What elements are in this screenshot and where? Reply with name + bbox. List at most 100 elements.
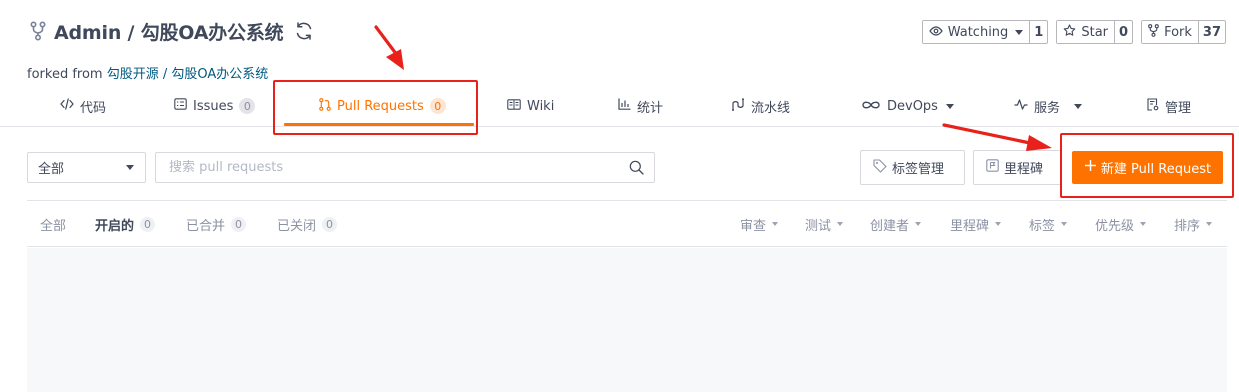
forked-from: forked from 勾股开源 / 勾股OA办公系统 [27,63,268,82]
milestone-button[interactable]: 里程碑 [973,150,1062,185]
code-icon [60,98,74,114]
tab-manage-label: 管理 [1165,100,1192,116]
watch-button[interactable]: Watching [922,21,1030,43]
pull-request-list-empty [27,248,1227,392]
social-actions: Watching 1 Star 0 Fork 37 [921,20,1226,44]
forked-source-link[interactable]: 勾股开源 / 勾股OA办公系统 [107,67,269,82]
search-box[interactable] [155,152,655,183]
infinity-icon [861,99,881,114]
chevron-down-icon [1140,222,1147,226]
watch-button-group: Watching 1 [921,20,1049,44]
state-merged-count: 0 [231,216,247,232]
status-select-value: 全部 [38,162,65,177]
annotation-arrow-to-tab [374,25,404,70]
filter-priority-label: 优先级 [1095,218,1135,234]
tab-pipeline-label: 流水线 [751,100,791,116]
star-count[interactable]: 0 [1114,21,1132,43]
wiki-icon [507,98,521,114]
filter-bar: 全部 开启的 0 已合并 0 已关闭 0 审查 测试 创建者 里程碑 标签 优先… [27,200,1227,247]
milestone-label: 里程碑 [1004,162,1044,177]
tab-issues[interactable]: Issues 0 [174,85,256,127]
repo-header: Admin / 勾股OA办公系统 [28,17,315,45]
state-closed[interactable]: 已关闭 0 [277,201,338,247]
filter-review[interactable]: 审查 [740,201,779,247]
chevron-down-icon [1206,222,1213,226]
fork-count[interactable]: 37 [1197,21,1225,43]
state-open[interactable]: 开启的 0 [95,201,156,247]
tab-wiki-label: Wiki [527,98,555,114]
annotation-box-new-pr-button [1060,133,1234,198]
filter-priority[interactable]: 优先级 [1095,201,1147,247]
annotation-arrow-to-button [942,123,1052,151]
label-manage-label: 标签管理 [892,162,945,177]
state-all[interactable]: 全部 [40,201,66,247]
chevron-down-icon [995,222,1002,226]
state-open-count: 0 [140,216,156,232]
star-icon [1063,23,1076,41]
eye-icon [928,25,943,40]
milestone-icon [986,159,999,176]
tab-pipeline[interactable]: 流水线 [731,85,790,127]
filter-author[interactable]: 创建者 [870,201,922,247]
state-all-label: 全部 [40,218,67,234]
label-manage-button[interactable]: 标签管理 [860,150,965,185]
tab-stats-label: 统计 [637,100,664,116]
chevron-down-icon [126,165,134,170]
tab-wiki[interactable]: Wiki [507,85,554,127]
chevron-down-icon [1015,29,1024,35]
fork-icon [1148,23,1159,41]
chevron-down-icon [837,222,844,226]
watch-count[interactable]: 1 [1029,21,1047,43]
chevron-down-icon [915,222,922,226]
filter-sort-label: 排序 [1174,218,1201,234]
search-icon[interactable] [628,160,644,176]
star-label: Star [1081,24,1109,40]
filter-test[interactable]: 测试 [805,201,844,247]
filter-test-label: 测试 [805,218,832,234]
tab-code[interactable]: 代码 [60,85,106,127]
tab-issues-label: Issues [193,98,234,114]
repo-title[interactable]: Admin / 勾股OA办公系统 [54,18,284,45]
fork-button-group: Fork 37 [1141,20,1226,44]
tab-stats[interactable]: 统计 [618,85,663,127]
issues-count-badge: 0 [239,98,256,114]
tab-services[interactable]: 服务 [1014,85,1083,127]
annotation-box-pull-requests-tab [273,80,478,135]
state-closed-count: 0 [322,216,338,232]
tab-devops[interactable]: DevOps [861,85,954,127]
filter-sort[interactable]: 排序 [1174,201,1213,247]
forked-from-label: forked from [27,67,107,82]
manage-icon [1147,97,1159,115]
repo-tabs: 代码 Issues 0 Pull Requests 0 Wiki 统计 流水线 … [0,85,1239,127]
status-select[interactable]: 全部 [27,152,146,183]
fork-label: Fork [1164,24,1192,40]
state-merged[interactable]: 已合并 0 [186,201,247,247]
state-closed-label: 已关闭 [277,218,317,234]
tab-devops-label: DevOps [887,98,938,114]
filter-author-label: 创建者 [870,218,910,234]
stats-icon [618,98,631,114]
search-input[interactable] [169,160,628,175]
chevron-down-icon [1061,222,1068,226]
tag-icon [873,158,887,177]
filter-label-label: 标签 [1029,218,1056,234]
issues-icon [174,98,187,114]
pulse-icon [1014,98,1028,114]
fork-button[interactable]: Fork [1142,21,1198,43]
chevron-down-icon [945,103,954,109]
chevron-down-icon [772,222,779,226]
star-button-group: Star 0 [1056,20,1134,44]
fork-icon [28,20,48,42]
filter-milestone[interactable]: 里程碑 [950,201,1002,247]
pipeline-icon [731,97,745,115]
chevron-down-icon [1074,103,1083,109]
filter-milestone-label: 里程碑 [950,218,990,234]
filter-label[interactable]: 标签 [1029,201,1068,247]
tab-code-label: 代码 [80,100,107,116]
star-button[interactable]: Star [1057,21,1115,43]
tab-services-label: 服务 [1034,100,1061,116]
sync-icon[interactable] [293,20,315,42]
state-open-label: 开启的 [95,218,135,234]
tab-manage[interactable]: 管理 [1147,85,1191,127]
watch-label: Watching [947,24,1009,40]
